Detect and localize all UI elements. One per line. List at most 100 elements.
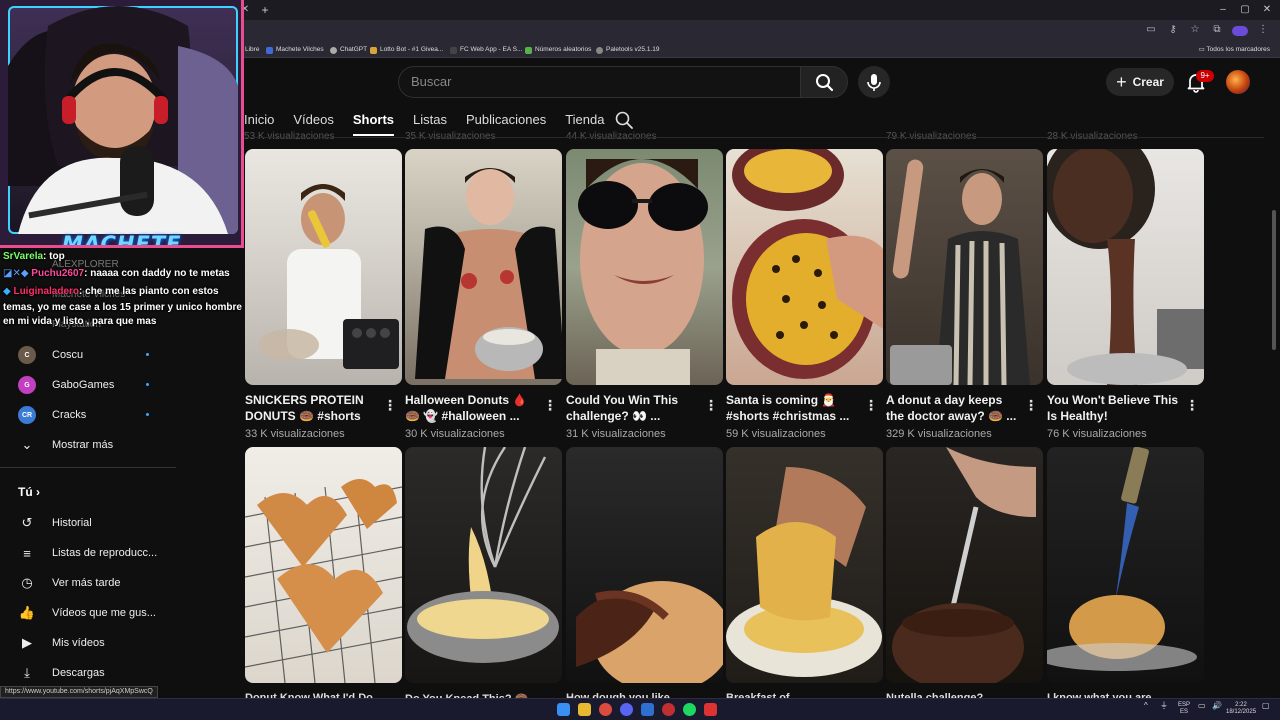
maximize-icon[interactable]: ▢: [1236, 3, 1254, 17]
account-avatar[interactable]: [1226, 70, 1250, 94]
thumbnail-image: [245, 479, 402, 683]
tab-publicaciones[interactable]: Publicaciones: [466, 108, 546, 136]
bookmark[interactable]: Libre: [245, 44, 259, 56]
you-section-header[interactable]: Tú ›: [18, 485, 40, 499]
tab-tienda[interactable]: Tienda: [565, 108, 604, 136]
obs-icon[interactable]: [704, 703, 717, 716]
tab-inicio[interactable]: Inicio: [244, 108, 274, 136]
short-thumbnail[interactable]: [1047, 149, 1204, 385]
more-options-icon[interactable]: ⋮: [704, 396, 718, 414]
channel-tabs: Inicio Vídeos Shorts Listas Publicacione…: [244, 108, 623, 136]
sidebar-sub-coscu[interactable]: C Coscu: [18, 345, 83, 365]
search-input[interactable]: Buscar: [398, 66, 800, 98]
short-thumbnail[interactable]: [886, 149, 1043, 385]
thumbnail-image: [1047, 447, 1197, 671]
more-options-icon[interactable]: ⋮: [1185, 396, 1199, 414]
spotify-icon[interactable]: [683, 703, 696, 716]
page-scrollbar[interactable]: [1272, 210, 1276, 350]
short-title[interactable]: Could You Win This challenge? 👀 ...: [566, 392, 698, 424]
windows-start-icon[interactable]: [557, 703, 570, 716]
short-thumbnail[interactable]: [566, 149, 723, 385]
tabs-divider: [244, 137, 1264, 138]
short-thumbnail[interactable]: [245, 149, 402, 385]
minimize-icon[interactable]: –: [1214, 3, 1232, 17]
window-close-icon[interactable]: ✕: [1258, 3, 1276, 17]
short-views: 59 K visualizaciones: [726, 428, 826, 440]
more-options-icon[interactable]: ⋮: [543, 396, 557, 414]
sidebar-item-liked[interactable]: 👍 Vídeos que me gus...: [18, 603, 156, 623]
clock[interactable]: 2:22 18/12/2025: [1226, 702, 1256, 716]
discord-icon[interactable]: [620, 703, 633, 716]
short-thumbnail[interactable]: [726, 447, 883, 683]
language-indicator[interactable]: ESP ES: [1178, 702, 1190, 716]
more-options-icon[interactable]: ⋮: [383, 396, 397, 414]
short-thumbnail[interactable]: [726, 149, 883, 385]
tab-shorts[interactable]: Shorts: [352, 108, 395, 136]
voice-search-button[interactable]: [858, 66, 890, 98]
more-options-icon[interactable]: ⋮: [864, 396, 878, 414]
sidebar-item-historial[interactable]: ↺ Historial: [18, 513, 92, 533]
thumbnail-image: [578, 159, 708, 385]
sidebar-sub-cracks[interactable]: CR Cracks: [18, 405, 86, 425]
sidebar-item-my-videos[interactable]: ▶ Mis vídeos: [18, 633, 105, 653]
star-icon[interactable]: ☆: [1188, 24, 1202, 36]
search-button[interactable]: [800, 66, 848, 98]
create-button[interactable]: + Crear: [1106, 68, 1174, 96]
cast-icon[interactable]: ▭: [1144, 24, 1158, 36]
network-icon[interactable]: ▭: [1198, 702, 1206, 710]
bookmark[interactable]: Lotto Bot - #1 Givea...: [370, 44, 443, 56]
chrome-icon[interactable]: [599, 703, 612, 716]
plus-icon: +: [1116, 72, 1127, 92]
sidebar-item-watch-later[interactable]: ◷ Ver más tarde: [18, 573, 120, 593]
all-bookmarks[interactable]: ▭ Todos los marcadores: [1199, 44, 1270, 56]
short-title[interactable]: Santa is coming 🎅 #shorts #christmas ...: [726, 392, 858, 424]
notification-count-badge: 9+: [1196, 70, 1214, 82]
streamer-image: [8, 6, 238, 234]
badge-icon: ◪✕◆: [3, 268, 32, 279]
app-icon[interactable]: [662, 703, 675, 716]
microphone-icon: [867, 74, 881, 91]
tray-chevron-icon[interactable]: ^: [1144, 702, 1148, 710]
bookmark[interactable]: Números aleatorios: [525, 44, 591, 56]
sidebar-sub-gabogames[interactable]: G GaboGames: [18, 375, 114, 395]
short-thumbnail[interactable]: [405, 447, 562, 683]
notification-center-icon[interactable]: ▢: [1262, 702, 1270, 710]
new-content-dot: [146, 383, 149, 386]
tray-usb-icon[interactable]: ⏚: [1160, 702, 1168, 710]
key-icon[interactable]: ⚷: [1166, 24, 1180, 36]
short-thumbnail[interactable]: [1047, 447, 1204, 683]
short-thumbnail[interactable]: [245, 447, 402, 683]
chevron-right-icon: ›: [36, 485, 41, 499]
more-options-icon[interactable]: ⋮: [1024, 396, 1038, 414]
new-tab-icon[interactable]: +: [258, 2, 272, 18]
thumbnail-image: [259, 184, 399, 369]
bookmark[interactable]: Paletools v25.1.19: [596, 44, 659, 56]
short-title[interactable]: A donut a day keeps the doctor away? 🍩 .…: [886, 392, 1018, 424]
short-views: 329 K visualizaciones: [886, 428, 992, 440]
short-title[interactable]: SNICKERS PROTEIN DONUTS 🍩 #shorts: [245, 392, 377, 424]
sidebar-item-downloads[interactable]: ⤓ Descargas: [18, 663, 104, 683]
short-views: 76 K visualizaciones: [1047, 428, 1147, 440]
browser-menu-icon[interactable]: ⋮: [1256, 24, 1270, 36]
short-thumbnail[interactable]: [566, 447, 723, 683]
bookmark[interactable]: ChatGPT: [330, 44, 367, 56]
bookmark[interactable]: FC Web App - EA S...: [450, 44, 522, 56]
channel-avatar: CR: [18, 406, 36, 424]
tab-listas[interactable]: Listas: [413, 108, 447, 136]
channel-search-icon[interactable]: [614, 110, 634, 130]
short-title[interactable]: You Won't Believe This Is Healthy!: [1047, 392, 1179, 424]
sidebar-show-more[interactable]: ⌄ Mostrar más: [18, 435, 114, 455]
thumbnail-image: [407, 447, 559, 663]
file-explorer-icon[interactable]: [578, 703, 591, 716]
tab-videos[interactable]: Vídeos: [293, 108, 333, 136]
volume-icon[interactable]: 🔊: [1212, 702, 1222, 710]
short-thumbnail[interactable]: [405, 149, 562, 385]
thumbnail-image: [892, 447, 1036, 683]
bookmark[interactable]: Machete Vilches: [266, 44, 324, 56]
sidebar-item-playlists[interactable]: ≡ Listas de reproducc...: [18, 543, 157, 563]
extensions-icon[interactable]: ⧉: [1210, 24, 1224, 36]
steam-icon[interactable]: [641, 703, 654, 716]
profile-icon[interactable]: [1232, 26, 1248, 36]
short-title[interactable]: Halloween Donuts 🩸 🍩 👻 #halloween ...: [405, 392, 537, 424]
short-thumbnail[interactable]: [886, 447, 1043, 683]
